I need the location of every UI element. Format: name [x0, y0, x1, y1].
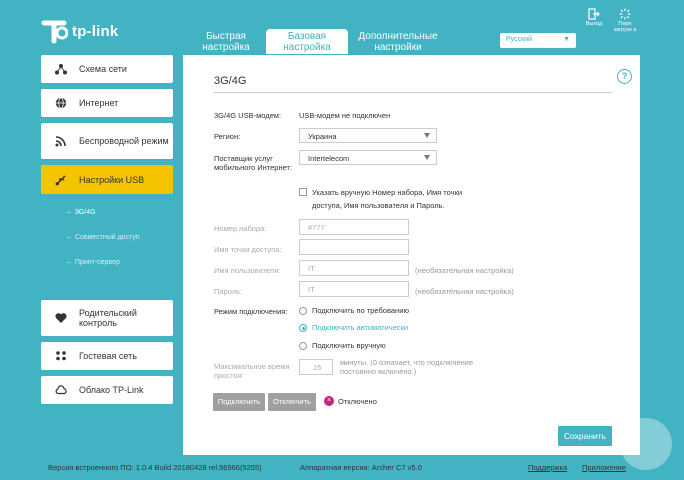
region-label: Регион:: [214, 132, 241, 141]
chevron-down-icon: [424, 155, 430, 160]
username-note: (необязательная настройка): [415, 266, 514, 275]
sidebar-item-label: Интернет: [79, 98, 119, 108]
tab-quick-setup[interactable]: Быстрая настройка: [186, 29, 266, 54]
usb-subnav: 3G/4G Совместный доступ Принт-сервер: [41, 194, 173, 294]
sidebar-item-label: Беспроводной режим: [79, 136, 169, 146]
wifi-icon: [55, 135, 67, 147]
password-input[interactable]: IT: [299, 281, 409, 297]
guest-users-icon: [55, 350, 67, 362]
help-icon[interactable]: ?: [617, 69, 632, 84]
sidebar-item-usb-settings[interactable]: Настройки USB: [41, 165, 173, 194]
username-input[interactable]: IT: [299, 260, 409, 276]
content-panel: 3G/4G ? 3G/4G USB-модем: USB-модем не по…: [183, 55, 640, 455]
usb-icon: [55, 174, 67, 186]
connection-status-text: Отключено: [338, 396, 377, 406]
manual-settings-label: Указать вручную Номер набора, Имя точки …: [312, 188, 463, 210]
brand-name: tp-link: [72, 22, 119, 40]
language-value: Русский: [506, 36, 532, 43]
sidebar-item-internet[interactable]: Интернет: [41, 89, 173, 117]
sidebar-item-guest-network[interactable]: Гостевая сеть: [41, 342, 173, 370]
sidebar-item-label: Схема сети: [79, 64, 127, 74]
idle-time-note: минуты. (0 означает, что подключение пос…: [340, 358, 474, 376]
sidebar-item-wireless[interactable]: Беспроводной режим: [41, 123, 173, 159]
sidebar-item-label: Настройки USB: [79, 174, 145, 185]
mode-manual-radio[interactable]: [299, 342, 307, 350]
subnav-item-3g4g[interactable]: 3G/4G: [41, 200, 173, 225]
chevron-down-icon: [424, 133, 430, 138]
username-label: Имя пользователя:: [214, 266, 281, 275]
sidebar-item-label: Родительский контроль: [79, 308, 137, 328]
connect-button[interactable]: Подключить: [213, 393, 265, 411]
idle-time-label: Максимальное время простоя:: [214, 362, 290, 380]
main-tabs: Быстрая настройка Базовая настройка Допо…: [186, 29, 448, 54]
sidebar-item-tplink-cloud[interactable]: Облако TP-Link: [41, 376, 173, 404]
cloud-icon: [55, 384, 67, 396]
tp-link-logo-icon: [40, 18, 69, 44]
network-map-icon: [55, 63, 67, 75]
logout-icon: [588, 8, 600, 20]
provider-value: Intertelecom: [308, 154, 350, 163]
apn-input[interactable]: [299, 239, 409, 255]
dial-number-label: Номер набора:: [214, 224, 267, 233]
password-label: Пароль:: [214, 287, 243, 296]
mode-on-demand-radio[interactable]: [299, 307, 307, 315]
footer: Версия встроенного ПО: 1.0.4 Build 20180…: [0, 455, 684, 480]
provider-label: Поставщик услуг мобильного Интернет:: [214, 154, 293, 172]
reboot-button[interactable]: Пере загрузк а: [610, 8, 640, 33]
reboot-icon: [619, 8, 631, 20]
app-link[interactable]: Приложение: [582, 463, 626, 472]
save-button[interactable]: Сохранить: [558, 426, 612, 446]
modem-status: USB-модем не подключен: [299, 111, 391, 120]
title-divider: [214, 92, 612, 93]
mode-manual-label: Подключить вручную: [312, 341, 386, 350]
sidebar-item-label: Облако TP-Link: [79, 385, 144, 395]
dial-number-input[interactable]: #777: [299, 219, 409, 235]
tab-basic[interactable]: Базовая настройка: [266, 29, 348, 54]
region-select[interactable]: Украина: [299, 128, 437, 143]
sidebar-item-label: Гостевая сеть: [79, 351, 137, 361]
connection-mode-label: Режим подключения:: [214, 307, 288, 316]
hardware-version: Аппаратная версия: Archer C7 v5.0: [300, 463, 422, 472]
disconnect-button[interactable]: Отключить: [268, 393, 316, 411]
logout-button[interactable]: Выход: [579, 8, 609, 27]
sidebar-item-parental-control[interactable]: Родительский контроль: [41, 300, 173, 336]
tab-advanced[interactable]: Дополнительные настройки: [348, 29, 448, 54]
chevron-down-icon: ▼: [563, 36, 570, 43]
connection-status: × Отключено: [324, 396, 377, 406]
subnav-item-print-server[interactable]: Принт-сервер: [41, 250, 173, 275]
logout-label: Выход: [585, 21, 603, 27]
heart-icon: [55, 312, 67, 324]
mode-automatic-label: Подключить автоматически: [312, 323, 409, 332]
reboot-label: Пере загрузк а: [613, 21, 637, 33]
firmware-version: Версия встроенного ПО: 1.0.4 Build 20180…: [48, 463, 262, 472]
modem-label: 3G/4G USB-модем:: [214, 111, 282, 120]
provider-select[interactable]: Intertelecom: [299, 150, 437, 165]
mode-automatic-radio[interactable]: [299, 324, 307, 332]
tp-link-logo: tp-link: [40, 18, 118, 44]
subnav-item-sharing[interactable]: Совместный доступ: [41, 225, 173, 250]
globe-icon: [55, 97, 67, 109]
support-link[interactable]: Поддержка: [528, 463, 567, 472]
manual-settings-checkbox[interactable]: [299, 188, 307, 196]
apn-label: Имя точки доступа:: [214, 245, 282, 254]
password-note: (необязательная настройка): [415, 287, 514, 296]
language-select[interactable]: Русский ▼: [500, 33, 576, 48]
page-title: 3G/4G: [214, 75, 247, 87]
region-value: Украина: [308, 132, 337, 141]
sidebar-item-network-map[interactable]: Схема сети: [41, 55, 173, 83]
idle-time-input[interactable]: 15: [299, 359, 333, 375]
mode-on-demand-label: Подключить по требованию: [312, 306, 410, 315]
disconnected-icon: ×: [324, 396, 334, 406]
sidebar: Схема сети Интернет Беспроводной режим Н…: [41, 55, 173, 410]
